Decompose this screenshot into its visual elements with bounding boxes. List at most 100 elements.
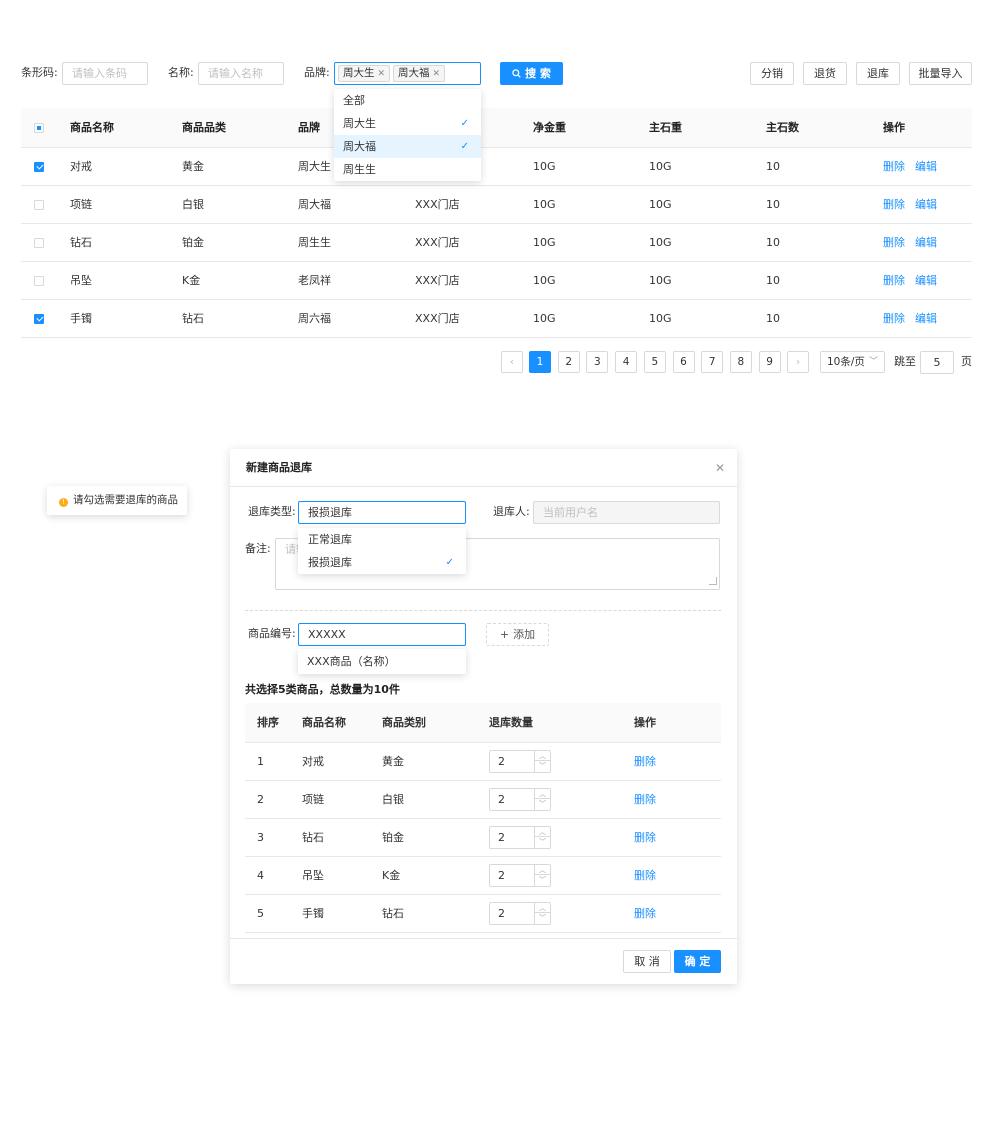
brand-tag-label: 周大生 — [343, 67, 375, 79]
header-stone-weight: 主石重 — [649, 108, 766, 148]
delete-link[interactable]: 删除 — [883, 312, 905, 325]
row-checkbox[interactable] — [34, 275, 44, 286]
barcode-input[interactable]: 请输入条码 — [62, 62, 148, 85]
cell-net-weight: 10G — [533, 261, 649, 300]
dropdown-option[interactable]: 周大福 ✓ — [334, 135, 481, 158]
cell-name: 钻石 — [302, 818, 382, 857]
page-button[interactable]: 3 — [586, 351, 609, 373]
chevron-down-icon[interactable]: ﹀ — [535, 913, 550, 924]
row-select-cell[interactable] — [21, 223, 70, 262]
edit-link[interactable]: 编辑 — [915, 198, 937, 211]
chevron-up-icon[interactable]: ︿ — [535, 903, 550, 913]
cell-qty: 2 ︿ ﹀ — [489, 818, 634, 857]
close-icon[interactable]: ✕ — [378, 69, 386, 79]
quantity-value: 2 — [498, 754, 505, 768]
select-all-checkbox[interactable] — [34, 122, 44, 133]
quantity-stepper[interactable]: 2 ︿ ﹀ — [489, 863, 551, 887]
close-icon[interactable]: ✕ — [433, 69, 441, 79]
row-checkbox[interactable] — [34, 161, 44, 172]
brand-label: 品牌: — [304, 66, 330, 79]
delete-link[interactable]: 删除 — [634, 907, 656, 920]
table-header-row: 排序 商品名称 商品类别 退库数量 操作 — [245, 703, 721, 743]
edit-link[interactable]: 编辑 — [915, 160, 937, 173]
header-category: 商品品类 — [182, 108, 298, 148]
chevron-down-icon[interactable]: ﹀ — [535, 761, 550, 772]
return-goods-button[interactable]: 退货 — [803, 62, 847, 85]
page-button[interactable]: 7 — [701, 351, 724, 373]
chevron-down-icon[interactable]: ﹀ — [535, 799, 550, 810]
chevron-up-icon[interactable]: ︿ — [535, 751, 550, 761]
quantity-stepper[interactable]: 2 ︿ ﹀ — [489, 825, 551, 849]
select-all-cell[interactable] — [21, 108, 70, 148]
ok-button[interactable]: 确 定 — [674, 950, 721, 973]
chevron-down-icon[interactable]: ﹀ — [535, 837, 550, 848]
code-suggestion[interactable]: XXX商品（名称） — [298, 649, 466, 674]
chevron-up-icon[interactable]: ︿ — [535, 865, 550, 875]
table-row: 项链 白银 周大福 XXX门店 10G 10G 10 删除 编辑 — [21, 185, 972, 224]
cancel-button[interactable]: 取 消 — [623, 950, 671, 973]
page-button[interactable]: 2 — [557, 351, 580, 373]
row-checkbox[interactable] — [34, 199, 44, 210]
prev-page-button[interactable]: ‹ — [501, 351, 523, 373]
row-checkbox[interactable] — [34, 313, 44, 324]
name-input[interactable]: 请输入名称 — [198, 62, 284, 85]
brand-tag: 周大福 ✕ — [393, 65, 446, 82]
page-button[interactable]: 4 — [615, 351, 638, 373]
delete-link[interactable]: 删除 — [634, 831, 656, 844]
quantity-value: 2 — [498, 868, 505, 882]
chevron-up-icon[interactable]: ︿ — [535, 789, 550, 799]
delete-link[interactable]: 删除 — [883, 198, 905, 211]
page-button[interactable]: 8 — [729, 351, 752, 373]
distribute-button[interactable]: 分销 — [750, 62, 794, 85]
cell-actions: 删除 编辑 — [883, 185, 972, 224]
cell-actions: 删除 — [634, 742, 721, 781]
return-stock-button[interactable]: 退库 — [856, 62, 900, 85]
delete-link[interactable]: 删除 — [883, 160, 905, 173]
page-size-select[interactable]: 10条/页 ﹀ — [820, 351, 885, 373]
cell-name: 项链 — [302, 780, 382, 819]
cell-index: 1 — [245, 742, 302, 781]
dropdown-option[interactable]: 周生生 — [334, 158, 481, 181]
check-icon: ✓ — [460, 141, 469, 152]
page-button[interactable]: 9 — [758, 351, 781, 373]
delete-link[interactable]: 删除 — [634, 793, 656, 806]
dropdown-option[interactable]: 全部 — [334, 89, 481, 112]
chevron-down-icon: ﹀ — [868, 357, 878, 367]
row-select-cell[interactable] — [21, 261, 70, 300]
row-select-cell[interactable] — [21, 185, 70, 224]
quantity-stepper[interactable]: 2 ︿ ﹀ — [489, 901, 551, 925]
row-select-cell[interactable] — [21, 147, 70, 186]
row-select-cell[interactable] — [21, 299, 70, 338]
dropdown-option[interactable]: 正常退库 — [298, 528, 466, 551]
resize-handle[interactable] — [709, 577, 717, 585]
edit-link[interactable]: 编辑 — [915, 236, 937, 249]
chevron-down-icon[interactable]: ﹀ — [535, 875, 550, 886]
batch-import-button[interactable]: 批量导入 — [909, 62, 972, 85]
delete-link[interactable]: 删除 — [634, 869, 656, 882]
row-checkbox[interactable] — [34, 237, 44, 248]
warning-toast: ! 请勾选需要退库的商品 — [47, 486, 187, 515]
search-button[interactable]: 搜 索 — [500, 62, 563, 85]
chevron-up-icon[interactable]: ︿ — [535, 827, 550, 837]
jump-input[interactable]: 5 — [920, 351, 954, 374]
edit-link[interactable]: 编辑 — [915, 274, 937, 287]
dropdown-option[interactable]: 周大生 ✓ — [334, 112, 481, 135]
delete-link[interactable]: 删除 — [634, 755, 656, 768]
page-button[interactable]: 5 — [643, 351, 666, 373]
page-button[interactable]: 1 — [529, 351, 551, 373]
close-icon[interactable]: ✕ — [715, 449, 725, 487]
delete-link[interactable]: 删除 — [883, 274, 905, 287]
quantity-stepper[interactable]: 2 ︿ ﹀ — [489, 787, 551, 811]
code-input[interactable]: XXXXX — [298, 623, 466, 646]
edit-link[interactable]: 编辑 — [915, 312, 937, 325]
quantity-stepper[interactable]: 2 ︿ ﹀ — [489, 749, 551, 773]
add-button[interactable]: + 添加 — [486, 623, 549, 646]
next-page-button[interactable]: › — [787, 351, 809, 373]
dropdown-option[interactable]: 报损退库 ✓ — [298, 551, 466, 574]
delete-link[interactable]: 删除 — [883, 236, 905, 249]
brand-select[interactable]: 周大生 ✕ 周大福 ✕ — [334, 62, 481, 85]
type-select[interactable]: 报损退库 — [298, 501, 466, 524]
cell-name: 钻石 — [70, 223, 182, 262]
page-button[interactable]: 6 — [672, 351, 695, 373]
cell-stone-weight: 10G — [649, 299, 766, 338]
